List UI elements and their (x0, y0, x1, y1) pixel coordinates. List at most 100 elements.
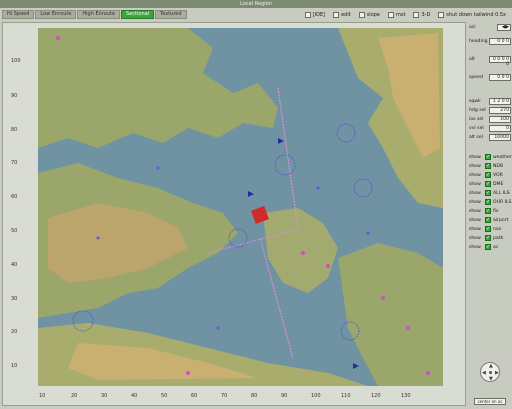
show-label: show (469, 173, 481, 178)
show-checkbox[interactable] (485, 172, 491, 178)
show-nav[interactable]: show nav (468, 226, 512, 234)
nav-fix-icon[interactable] (96, 236, 100, 240)
show-label: show (469, 218, 481, 223)
airport-icon[interactable] (326, 264, 330, 268)
slope-toggle[interactable]: slope (358, 11, 380, 18)
3d-toggle[interactable]: 3-D (413, 11, 430, 18)
shutdown-checkbox[interactable] (438, 11, 445, 18)
center-on-ac-button[interactable]: center on ac (474, 398, 506, 405)
hdg-sel-field[interactable]: hdg sel 270 (468, 107, 512, 115)
pan-navigator[interactable]: ▲ ▼ ◀ ▶ (480, 362, 500, 382)
show-path[interactable]: show path (468, 235, 512, 243)
shutdown-label: shut down tailwind 0.5x (446, 11, 506, 18)
map-canvas[interactable] (38, 28, 443, 386)
show-label: show (469, 227, 481, 232)
show-vor[interactable]: show VOR (468, 172, 512, 180)
show-item-label: DME (493, 182, 504, 187)
show-item-label: ac (493, 245, 499, 250)
airport-icon[interactable] (406, 326, 410, 330)
show-weather[interactable]: show weather (468, 154, 512, 162)
show-checkbox[interactable] (485, 217, 491, 223)
show-item-label: VOR (493, 173, 503, 178)
ide-toggle[interactable]: [IDE] (304, 11, 325, 18)
control-panel: a/c ◀▶ heading 0 0 0 alt 0 0 0 0 0 speed… (468, 22, 512, 409)
hdg-sel-value[interactable]: 270 (489, 107, 511, 114)
pan-left-icon[interactable]: ◀ (482, 370, 486, 376)
ide-checkbox[interactable] (304, 11, 311, 18)
vvi-sel-field[interactable]: vvi sel 0 (468, 125, 512, 133)
show-our-ils[interactable]: show OUR ILS (468, 199, 512, 207)
y-tick-label: 70 (11, 160, 18, 166)
show-label: show (469, 191, 481, 196)
map-toolbar: [IDE] edit slope mst 3-D shut down tailw… (304, 10, 506, 19)
mst-checkbox[interactable] (388, 11, 395, 18)
airport-icon[interactable] (381, 296, 385, 300)
pan-down-icon[interactable]: ▼ (489, 376, 493, 382)
show-checkbox[interactable] (485, 208, 491, 214)
shutdown-toggle[interactable]: shut down tailwind 0.5x (438, 11, 506, 18)
show-fix[interactable]: show fix (468, 208, 512, 216)
pan-up-icon[interactable]: ▲ (489, 363, 493, 369)
airport-icon[interactable] (56, 36, 60, 40)
show-dme[interactable]: show DME (468, 181, 512, 189)
x-tick-label: 40 (131, 393, 138, 399)
sectional-map[interactable] (38, 28, 443, 386)
x-tick-label: 130 (401, 393, 411, 399)
show-checkbox[interactable] (485, 226, 491, 232)
sqwk-value[interactable]: 1 2 0 0 (489, 98, 511, 105)
speed-value[interactable]: 0 0 0 (489, 74, 511, 81)
alt-sel-field[interactable]: alt sel 10000 (468, 134, 512, 142)
show-airport[interactable]: show airport (468, 217, 512, 225)
edit-checkbox[interactable] (333, 11, 340, 18)
show-checkbox[interactable] (485, 190, 491, 196)
ias-sel-field[interactable]: ias sel 100 (468, 116, 512, 124)
3d-checkbox[interactable] (413, 11, 420, 18)
show-checkbox[interactable] (485, 199, 491, 205)
vvi-sel-label: vvi sel (469, 126, 484, 131)
map-frame: 100 90 80 70 60 50 40 30 20 10 10 20 30 … (2, 22, 466, 406)
alt-value[interactable]: 0 0 0 0 0 (489, 56, 511, 67)
show-checkbox[interactable] (485, 181, 491, 187)
nav-fix-icon[interactable] (316, 186, 320, 190)
tab-high-enroute[interactable]: High Enroute (77, 10, 121, 19)
show-label: show (469, 164, 481, 169)
show-checkbox[interactable] (485, 235, 491, 241)
nav-fix-icon[interactable] (216, 326, 220, 330)
heading-label: heading (469, 39, 488, 44)
window-title: Local Region (0, 0, 512, 8)
ias-sel-value[interactable]: 100 (489, 116, 511, 123)
nav-fix-icon[interactable] (156, 166, 160, 170)
show-all-ils[interactable]: show ALL ILS (468, 190, 512, 198)
alt-sel-value[interactable]: 10000 (489, 134, 511, 141)
edit-label: edit (341, 11, 351, 18)
hdg-sel-label: hdg sel (469, 108, 486, 113)
pan-right-icon[interactable]: ▶ (495, 370, 499, 376)
heading-field[interactable]: heading 0 0 0 (468, 38, 512, 46)
airport-icon[interactable] (186, 371, 190, 375)
pan-center-icon[interactable] (489, 371, 492, 374)
x-tick-label: 100 (311, 393, 321, 399)
show-checkbox[interactable] (485, 154, 491, 160)
tab-hi-speed[interactable]: Hi Speed (2, 10, 35, 19)
heading-value[interactable]: 0 0 0 (489, 38, 511, 45)
sqwk-field[interactable]: sqwk 1 2 0 0 (468, 98, 512, 106)
airport-icon[interactable] (426, 371, 430, 375)
speed-field[interactable]: speed 0 0 0 (468, 74, 512, 82)
vvi-sel-value[interactable]: 0 (489, 125, 511, 132)
alt-field[interactable]: alt 0 0 0 0 0 (468, 56, 512, 67)
ac-selector[interactable]: a/c ◀▶ (468, 24, 512, 32)
tab-low-enroute[interactable]: Low Enroute (35, 10, 77, 19)
ac-label: a/c (469, 25, 476, 30)
mst-toggle[interactable]: mst (388, 11, 405, 18)
show-checkbox[interactable] (485, 163, 491, 169)
ac-arrow-buttons[interactable]: ◀▶ (497, 24, 511, 31)
nav-fix-icon[interactable] (366, 231, 370, 235)
tab-sectional[interactable]: Sectional (121, 10, 155, 19)
tab-textured[interactable]: Textured (155, 10, 187, 19)
airport-icon[interactable] (301, 251, 305, 255)
show-ndb[interactable]: show NDB (468, 163, 512, 171)
slope-checkbox[interactable] (358, 11, 365, 18)
show-ac[interactable]: show ac (468, 244, 512, 252)
show-checkbox[interactable] (485, 244, 491, 250)
edit-toggle[interactable]: edit (333, 11, 351, 18)
